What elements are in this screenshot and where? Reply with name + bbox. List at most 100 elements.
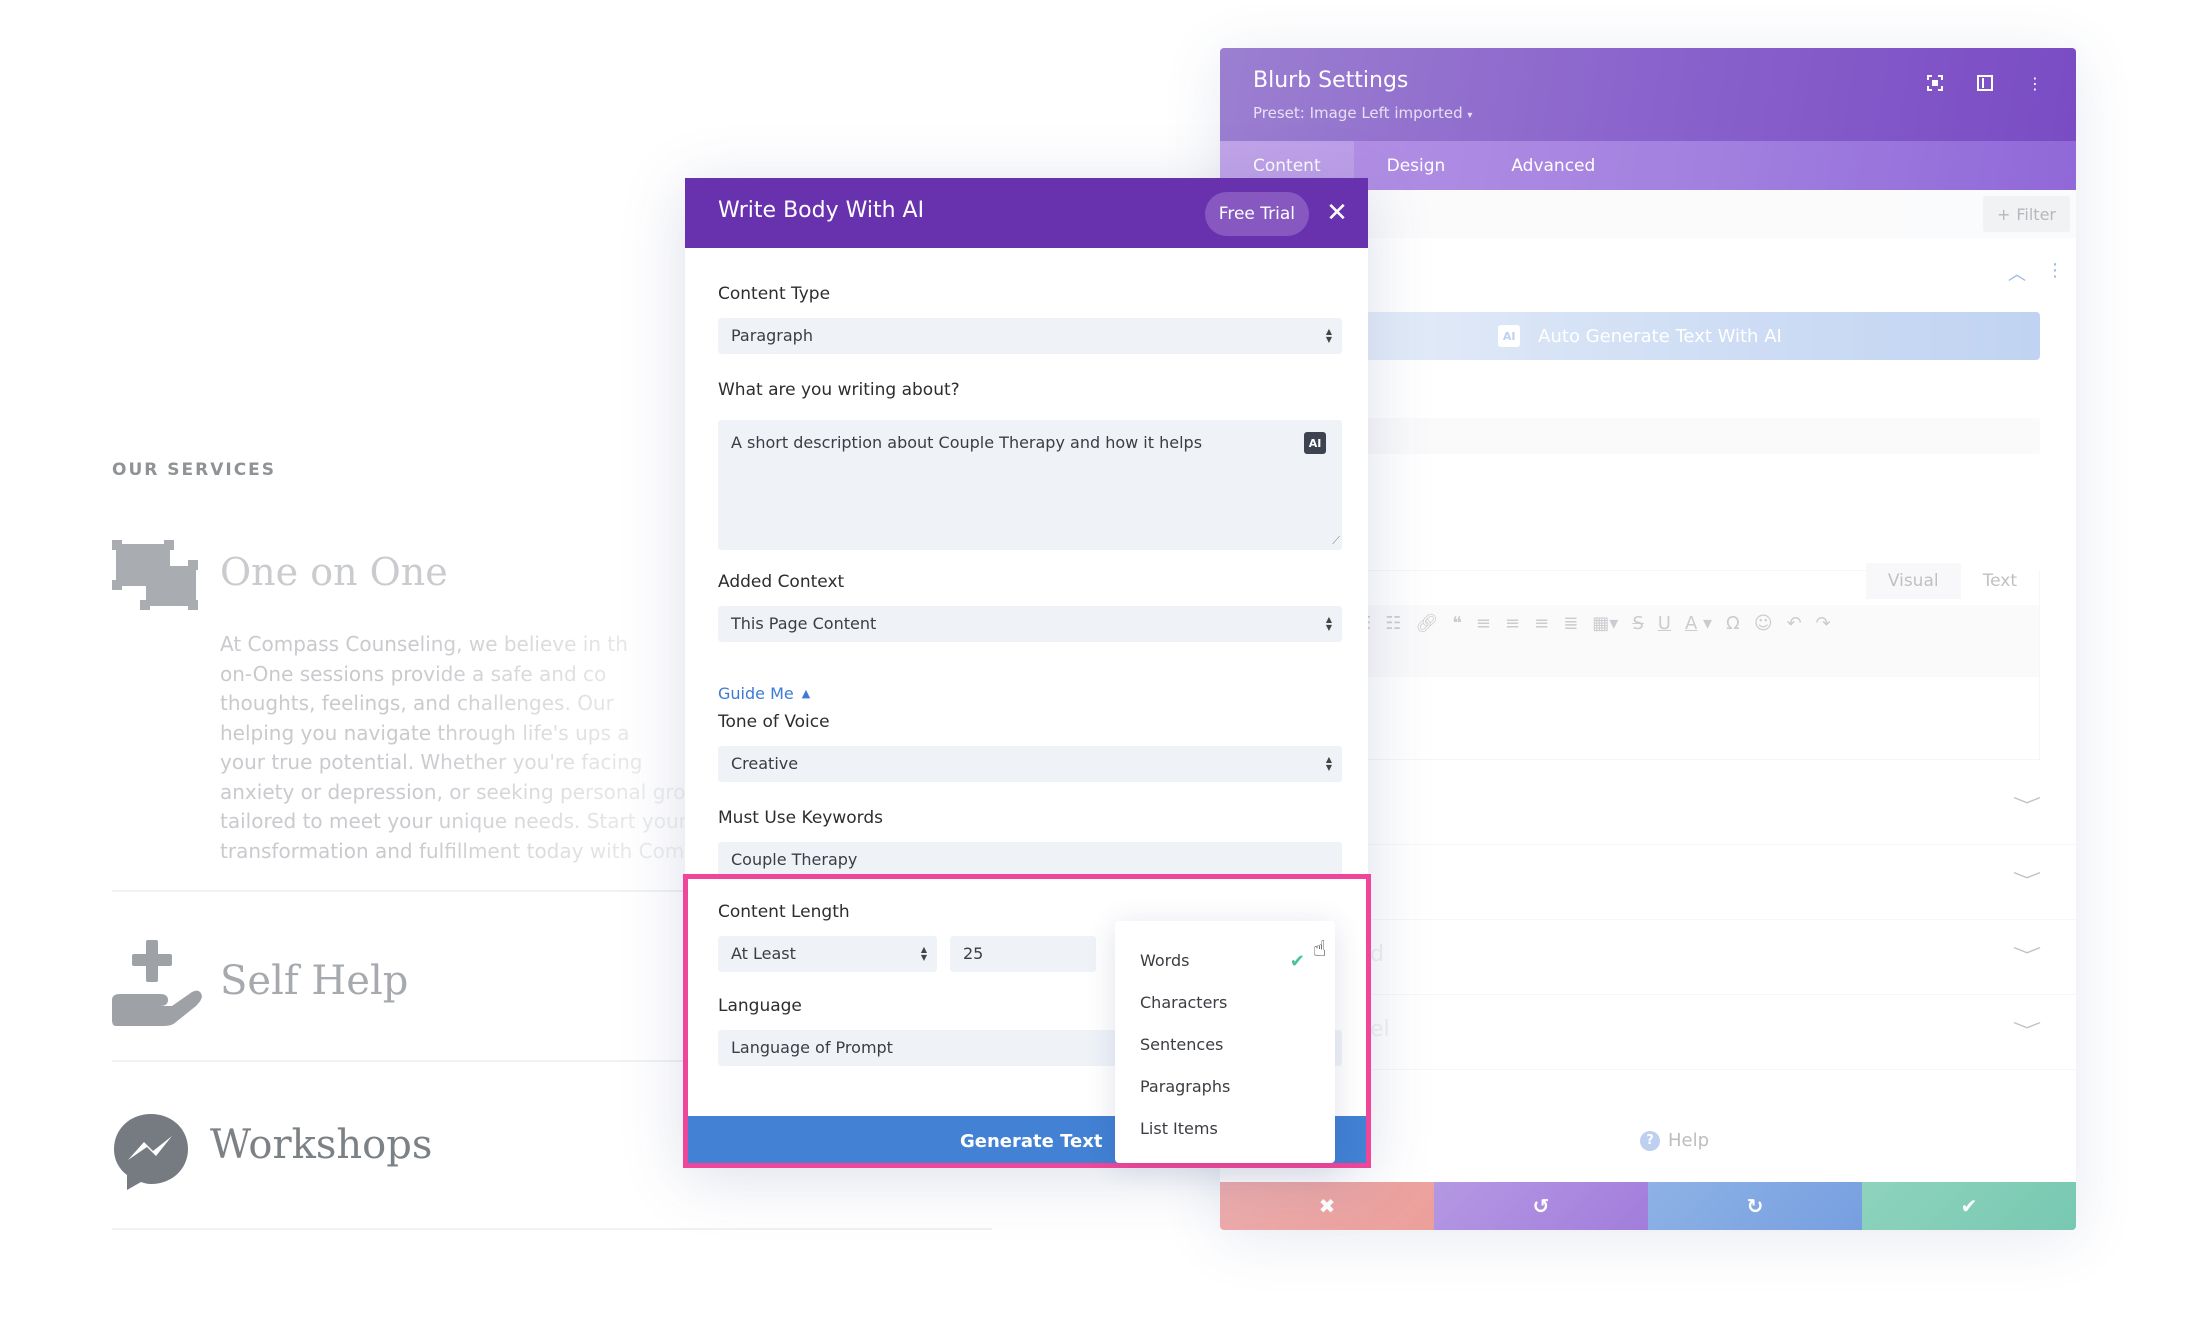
triangle-up-icon: ▲ — [801, 687, 811, 700]
settings-title: Blurb Settings — [1253, 68, 1409, 93]
tone-select[interactable]: Creative ▲ ▼ — [718, 746, 1342, 782]
keywords-value: Couple Therapy — [731, 850, 858, 869]
dropdown-option-paragraphs[interactable]: Paragraphs — [1140, 1077, 1230, 1096]
guide-me-label: Guide Me — [718, 684, 794, 703]
dropdown-option-words[interactable]: Words — [1140, 951, 1189, 970]
undo-icon: ↺ — [1532, 1194, 1550, 1218]
free-trial-button[interactable]: Free Trial — [1204, 192, 1309, 236]
blurb-body: At Compass Counseling, we believe in th … — [220, 630, 731, 866]
chevron-down-icon: ﹀ — [2012, 1021, 2042, 1042]
blurb-body-line: anxiety or depression, or seeking person… — [220, 779, 686, 804]
split-view-icon[interactable] — [1972, 70, 1998, 96]
length-amount-input[interactable]: 25 — [950, 936, 1096, 972]
text-color-icon[interactable]: A ▾ — [1685, 613, 1712, 669]
link-icon[interactable]: 🔗︎ — [1415, 613, 1438, 669]
editor-toolbar: / ☰ ☷ 🔗︎ ❝ ≡ ≡ ≡ ≣ ▦▾ S U A ▾ Ω ☺ ↶ ↷ — [1321, 605, 2039, 677]
divider — [112, 890, 692, 892]
preset-label: Preset: Image Left imported — [1253, 104, 1463, 122]
length-comparator-select[interactable]: At Least ▲ ▼ — [718, 936, 937, 972]
added-context-value: This Page Content — [731, 614, 877, 633]
resize-handle-icon[interactable]: ⟋ — [1332, 534, 1340, 548]
close-icon: ✖ — [1318, 1194, 1336, 1218]
ai-icon[interactable]: AI — [1304, 432, 1326, 454]
numbered-list-icon[interactable]: ☷ — [1385, 613, 1401, 669]
content-type-label: Content Type — [718, 284, 831, 304]
chevron-down-icon: ﹀ — [2012, 796, 2042, 817]
align-center-icon[interactable]: ≡ — [1505, 613, 1520, 669]
settings-header: Blurb Settings Preset: Image Left import… — [1220, 48, 2076, 141]
modal-title: Write Body With AI — [718, 198, 925, 223]
filter-button[interactable]: + Filter — [1982, 196, 2070, 232]
checkmark-icon: ✔ — [1960, 1194, 1978, 1218]
filter-label: Filter — [2016, 204, 2056, 224]
undo-icon[interactable]: ↶ — [1787, 613, 1802, 669]
added-context-select[interactable]: This Page Content ▲ ▼ — [718, 606, 1342, 642]
checkmark-icon: ✔ — [1289, 951, 1305, 972]
close-icon[interactable]: ✕ — [1322, 198, 1352, 228]
help-label: Help — [1668, 1130, 1710, 1151]
tab-advanced[interactable]: Advanced — [1478, 141, 1628, 190]
quote-icon[interactable]: ❝ — [1452, 613, 1462, 669]
blurb-body-line: transformation and fulfillment today wit… — [220, 838, 731, 863]
select-arrows-icon: ▲ ▼ — [1325, 327, 1332, 344]
tone-label: Tone of Voice — [718, 712, 830, 732]
modal-header: Write Body With AI Free Trial ✕ — [685, 178, 1368, 248]
special-char-icon[interactable]: Ω — [1726, 613, 1740, 669]
plus-icon: + — [1996, 204, 2011, 224]
writing-about-textarea[interactable]: A short description about Couple Therapy… — [718, 420, 1342, 550]
length-amount-value: 25 — [963, 944, 984, 963]
section-options-icon[interactable]: ⋮ — [2046, 260, 2064, 286]
cancel-button[interactable]: ✖ — [1220, 1182, 1434, 1230]
dropdown-option-list-items[interactable]: List Items — [1140, 1119, 1218, 1138]
fullscreen-icon[interactable] — [1922, 70, 1948, 96]
accordion-label: d — [1370, 942, 1384, 967]
messenger-icon — [114, 1114, 188, 1190]
tone-value: Creative — [731, 754, 799, 773]
writing-about-value: A short description about Couple Therapy… — [731, 433, 1203, 452]
blurb-body-line: tailored to meet your unique needs. Star… — [220, 809, 724, 833]
emoji-icon[interactable]: ☺ — [1754, 613, 1773, 669]
help-link[interactable]: ? Help — [1640, 1130, 1709, 1151]
select-arrows-icon: ▲ ▼ — [1325, 615, 1332, 632]
pointer-cursor-icon: ☝ — [1313, 937, 1327, 962]
blurb-body-line: thoughts, feelings, and challenges. Our — [220, 691, 614, 715]
tab-design[interactable]: Design — [1354, 141, 1479, 190]
dropdown-option-sentences[interactable]: Sentences — [1140, 1035, 1223, 1054]
guide-me-toggle[interactable]: Guide Me ▲ — [718, 684, 810, 703]
strikethrough-icon[interactable]: S — [1632, 613, 1643, 669]
more-options-icon[interactable]: ⋮ — [2022, 70, 2048, 96]
blurb-body-line: helping you navigate through life's ups … — [220, 720, 630, 745]
hand-with-cross-icon — [112, 940, 202, 1026]
blurb-title: Self Help — [220, 958, 409, 1004]
blurb-body-line: your true potential. Whether you're faci… — [220, 750, 643, 774]
length-comparator-value: At Least — [731, 944, 796, 963]
content-type-select[interactable]: Paragraph ▲ ▼ — [718, 318, 1342, 354]
underline-icon[interactable]: U — [1658, 613, 1671, 669]
blurb-body-line: At Compass Counseling, we believe in th — [220, 632, 628, 656]
divider — [112, 1228, 992, 1230]
language-value: Language of Prompt — [731, 1038, 893, 1057]
keywords-input[interactable]: Couple Therapy — [718, 842, 1342, 878]
select-arrows-icon: ▲ ▼ — [1325, 755, 1332, 772]
editor-tab-visual[interactable]: Visual — [1865, 563, 1961, 599]
chevron-down-icon: ﹀ — [2012, 946, 2042, 967]
redo-button[interactable]: ↻ — [1648, 1182, 1862, 1230]
align-left-icon[interactable]: ≡ — [1476, 613, 1491, 669]
added-context-label: Added Context — [718, 572, 845, 592]
editor-tab-text[interactable]: Text — [1960, 563, 2039, 599]
settings-footer: ✖ ↺ ↻ ✔ — [1220, 1182, 2076, 1230]
caret-down-icon: ▾ — [1467, 110, 1473, 121]
table-icon[interactable]: ▦▾ — [1592, 613, 1618, 669]
dropdown-option-characters[interactable]: Characters — [1140, 993, 1227, 1012]
redo-icon[interactable]: ↷ — [1816, 613, 1831, 669]
accordion-label: el — [1370, 1017, 1390, 1042]
save-button[interactable]: ✔ — [1862, 1182, 2076, 1230]
undo-button[interactable]: ↺ — [1434, 1182, 1648, 1230]
select-arrows-icon: ▲ ▼ — [920, 945, 927, 962]
justify-icon[interactable]: ≣ — [1563, 613, 1578, 669]
chevron-up-icon[interactable]: ︿ — [2008, 260, 2026, 286]
chevron-down-icon: ﹀ — [2012, 871, 2042, 892]
align-right-icon[interactable]: ≡ — [1534, 613, 1549, 669]
preset-selector[interactable]: Preset: Image Left imported ▾ — [1253, 104, 1472, 122]
divider — [112, 1060, 692, 1062]
